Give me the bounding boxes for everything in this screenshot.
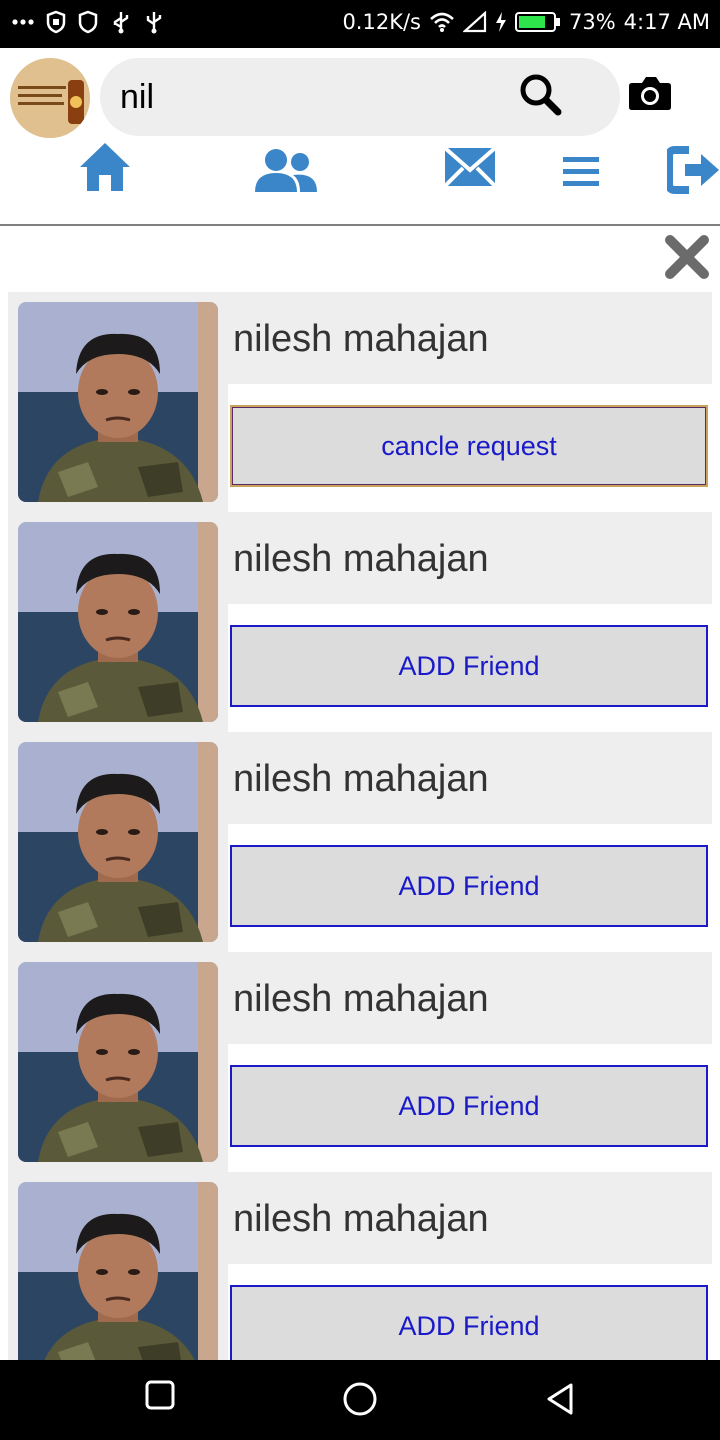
friends-icon[interactable] <box>253 148 319 199</box>
battery-level: 73% <box>568 10 616 34</box>
wifi-icon <box>429 11 455 33</box>
home-button-icon[interactable] <box>343 1382 377 1421</box>
shield-outline-icon <box>78 10 98 34</box>
shield-icon <box>46 10 66 34</box>
back-icon[interactable] <box>545 1382 575 1421</box>
status-bar: 0.12K/s 73% 4:17 AM <box>0 0 720 48</box>
camera-icon[interactable] <box>628 74 672 117</box>
user-photo[interactable] <box>18 742 218 942</box>
user-name[interactable]: nilesh mahajan <box>233 318 489 361</box>
more-icon <box>12 18 34 26</box>
add-friend-button[interactable]: ADD Friend <box>230 1065 708 1147</box>
clock: 4:17 AM <box>623 10 710 34</box>
add-friend-button[interactable]: ADD Friend <box>230 1285 708 1360</box>
signal-icon <box>462 11 487 33</box>
battery-icon <box>514 11 561 33</box>
list-item: nilesh mahajan ADD Friend <box>8 952 712 1172</box>
search-icon[interactable] <box>518 72 562 121</box>
menu-icon[interactable] <box>563 156 601 193</box>
user-name[interactable]: nilesh mahajan <box>233 1198 489 1241</box>
cancel-request-button[interactable]: cancle request <box>230 405 708 487</box>
header: nil <box>0 48 720 226</box>
search-input[interactable]: nil <box>120 78 154 117</box>
profile-avatar[interactable] <box>10 58 90 138</box>
list-item: nilesh mahajan cancle request <box>8 292 712 512</box>
charging-icon <box>495 11 507 33</box>
search-bar[interactable]: nil <box>100 58 620 136</box>
user-photo[interactable] <box>18 1182 218 1360</box>
user-photo[interactable] <box>18 522 218 722</box>
system-nav-bar <box>0 1360 720 1440</box>
user-photo[interactable] <box>18 962 218 1162</box>
user-photo[interactable] <box>18 302 218 502</box>
recents-icon[interactable] <box>145 1380 175 1415</box>
user-name[interactable]: nilesh mahajan <box>233 978 489 1021</box>
messages-icon[interactable] <box>443 146 497 193</box>
network-speed: 0.12K/s <box>342 10 421 34</box>
close-icon[interactable] <box>664 234 710 285</box>
usb-icon <box>144 10 164 34</box>
user-name[interactable]: nilesh mahajan <box>233 758 489 801</box>
logout-icon[interactable] <box>665 146 720 199</box>
list-item: nilesh mahajan ADD Friend <box>8 512 712 732</box>
add-friend-button[interactable]: ADD Friend <box>230 625 708 707</box>
main-nav <box>0 136 720 222</box>
add-friend-button[interactable]: ADD Friend <box>230 845 708 927</box>
search-results-list: nilesh mahajan cancle request nilesh mah… <box>8 292 712 1360</box>
list-item: nilesh mahajan ADD Friend <box>8 732 712 952</box>
home-icon[interactable] <box>78 141 132 198</box>
list-item: nilesh mahajan ADD Friend <box>8 1172 712 1360</box>
user-name[interactable]: nilesh mahajan <box>233 538 489 581</box>
usb-icon <box>110 10 132 34</box>
